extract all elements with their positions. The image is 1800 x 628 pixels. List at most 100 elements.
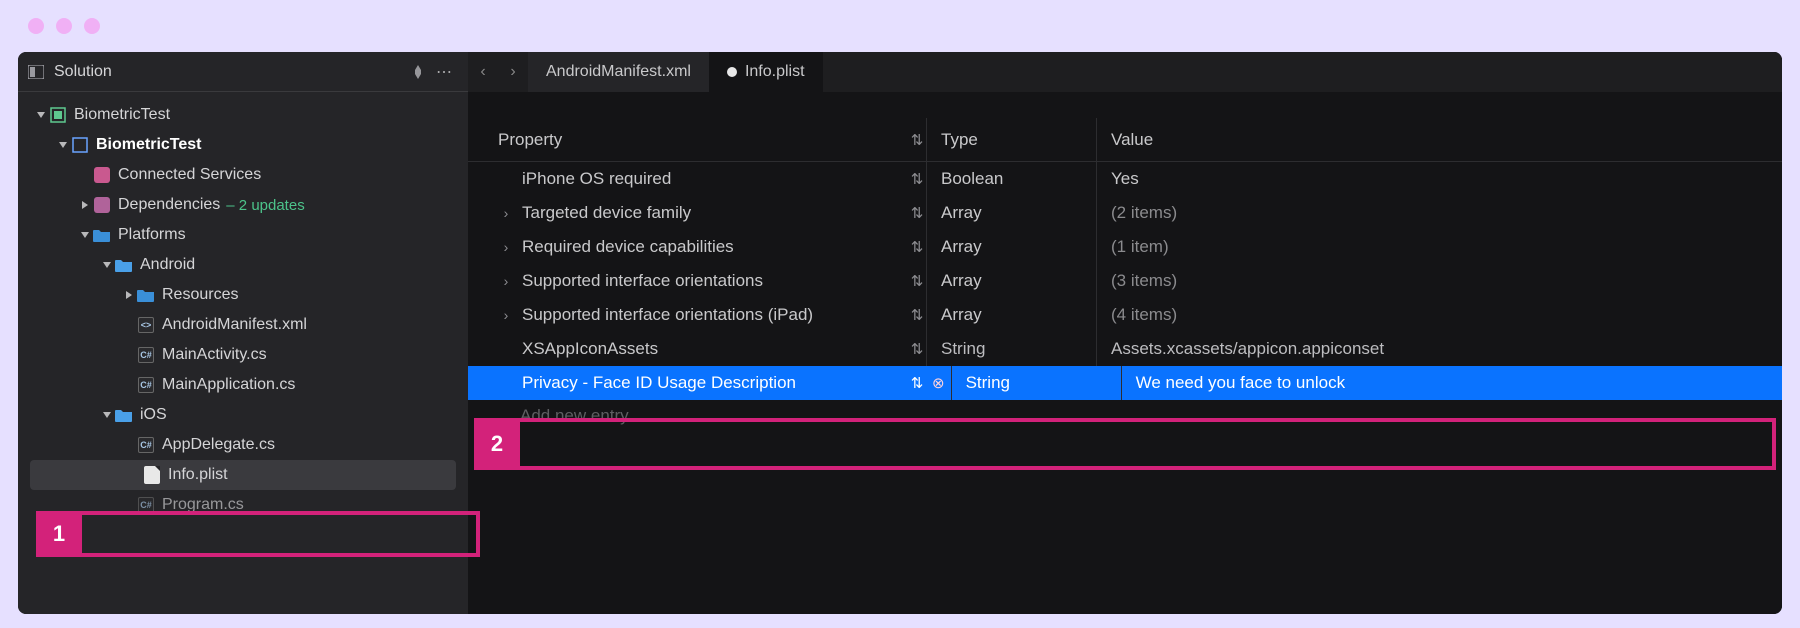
expand-icon[interactable] xyxy=(78,232,92,238)
property-value[interactable]: (4 items) xyxy=(1111,305,1177,325)
tree-android-manifest[interactable]: <> AndroidManifest.xml xyxy=(18,310,468,340)
plist-editor: Property ⇅ Type Value iPhone OS required… xyxy=(468,92,1782,614)
property-type[interactable]: Array xyxy=(941,203,982,223)
project-icon xyxy=(70,137,90,153)
stepper-icon[interactable]: ⇅ xyxy=(908,340,926,358)
tree-label: iOS xyxy=(140,406,167,424)
plist-file-icon xyxy=(142,466,162,484)
plist-row[interactable]: › Required device capabilities⇅ Array (1 it… xyxy=(468,230,1782,264)
traffic-close-icon[interactable] xyxy=(28,18,44,34)
tree-android-resources[interactable]: Resources xyxy=(18,280,468,310)
dirty-indicator-icon xyxy=(727,67,737,77)
property-name: Privacy - Face ID Usage Description xyxy=(522,373,908,393)
stepper-icon[interactable]: ⇅ xyxy=(908,272,926,290)
property-type[interactable]: String xyxy=(966,373,1010,393)
tree-label: Connected Services xyxy=(118,166,261,184)
tree-label: Platforms xyxy=(118,226,186,244)
property-type[interactable]: Boolean xyxy=(941,169,1003,189)
xml-file-icon: <> xyxy=(136,317,156,333)
property-value[interactable]: (3 items) xyxy=(1111,271,1177,291)
delete-icon[interactable]: ⊗ xyxy=(926,374,951,392)
property-value[interactable]: Assets.xcassets/appicon.appiconset xyxy=(1111,339,1384,359)
plist-row[interactable]: ›Supported interface orientations (iPad)… xyxy=(468,298,1782,332)
tree-label: MainActivity.cs xyxy=(162,346,267,364)
folder-icon xyxy=(136,288,156,302)
pin-icon[interactable] xyxy=(406,65,430,79)
solution-panel-title: Solution xyxy=(54,63,112,81)
expand-icon[interactable] xyxy=(34,112,48,118)
tree-infoplist[interactable]: Info.plist xyxy=(30,460,456,490)
tab-androidmanifest[interactable]: AndroidManifest.xml xyxy=(528,52,709,92)
expand-icon[interactable] xyxy=(78,201,92,209)
traffic-min-icon[interactable] xyxy=(56,18,72,34)
folder-open-icon xyxy=(114,408,134,422)
window-chrome xyxy=(0,0,1800,52)
tree-mainapplication[interactable]: C# MainApplication.cs xyxy=(18,370,468,400)
dependencies-icon xyxy=(92,197,112,213)
property-name: XSAppIconAssets xyxy=(522,339,908,359)
tree-project[interactable]: BiometricTest xyxy=(18,130,468,160)
expand-icon[interactable] xyxy=(100,412,114,418)
tree-solution-root[interactable]: BiometricTest xyxy=(18,100,468,130)
stepper-icon[interactable]: ⇅ xyxy=(908,306,926,324)
nav-back-icon[interactable]: ‹ xyxy=(468,52,498,92)
expand-icon[interactable] xyxy=(122,291,136,299)
expand-icon[interactable]: › xyxy=(498,239,514,255)
plist-row[interactable]: › Targeted device family⇅ Array (2 items) xyxy=(468,196,1782,230)
col-value-header[interactable]: Value xyxy=(1111,130,1153,150)
stepper-icon[interactable]: ⇅ xyxy=(908,170,926,188)
tree-label: Dependencies xyxy=(118,196,220,214)
tree-android[interactable]: Android xyxy=(18,250,468,280)
expand-icon[interactable] xyxy=(56,142,70,148)
stepper-icon[interactable]: ⇅ xyxy=(908,238,926,256)
property-type[interactable]: Array xyxy=(941,305,982,325)
tree-dependencies[interactable]: Dependencies – 2 updates xyxy=(18,190,468,220)
tab-bar: ‹ › AndroidManifest.xml Info.plist xyxy=(468,52,1782,92)
folder-open-icon xyxy=(114,258,134,272)
traffic-max-icon[interactable] xyxy=(84,18,100,34)
expand-icon[interactable] xyxy=(100,262,114,268)
nav-forward-icon[interactable]: › xyxy=(498,52,528,92)
solution-panel-header: Solution ⋯ xyxy=(18,52,468,92)
property-type[interactable]: Array xyxy=(941,237,982,257)
plist-row[interactable]: Privacy - Face ID Usage Description⇅⊗ Str… xyxy=(468,366,1782,400)
property-type[interactable]: Array xyxy=(941,271,982,291)
stepper-icon[interactable]: ⇅ xyxy=(908,204,926,222)
plist-row[interactable]: iPhone OS required⇅BooleanYes xyxy=(468,162,1782,196)
tree-program[interactable]: C# Program.cs xyxy=(18,490,468,520)
tree-mainactivity[interactable]: C# MainActivity.cs xyxy=(18,340,468,370)
expand-icon[interactable]: › xyxy=(498,205,514,221)
solution-icon xyxy=(48,107,68,123)
tree-label: BiometricTest xyxy=(74,106,170,124)
stepper-icon[interactable]: ⇅ xyxy=(908,374,926,392)
property-value[interactable]: We need you face to unlock xyxy=(1136,373,1346,393)
property-name: Required device capabilities xyxy=(522,237,908,257)
property-name: Targeted device family xyxy=(522,203,908,223)
expand-icon[interactable]: › xyxy=(498,273,514,289)
tab-label: Info.plist xyxy=(745,63,805,81)
more-icon[interactable]: ⋯ xyxy=(430,62,458,82)
property-value[interactable]: (1 item) xyxy=(1111,237,1169,257)
dependencies-updates-badge: – 2 updates xyxy=(226,197,304,214)
property-value[interactable]: (2 items) xyxy=(1111,203,1177,223)
tree-connected-services[interactable]: Connected Services xyxy=(18,160,468,190)
tree-label: Android xyxy=(140,256,195,274)
add-new-entry[interactable]: Add new entry xyxy=(468,400,1782,432)
sort-icon[interactable]: ⇅ xyxy=(908,131,926,149)
col-property-header[interactable]: Property xyxy=(498,130,562,150)
col-type-header[interactable]: Type xyxy=(941,130,978,150)
plist-row[interactable]: › Supported interface orientations⇅ Array (… xyxy=(468,264,1782,298)
tree-label: Program.cs xyxy=(162,496,244,514)
ide-window: Solution ⋯ BiometricTest xyxy=(18,52,1782,614)
expand-icon[interactable]: › xyxy=(498,307,514,323)
tab-infoplist[interactable]: Info.plist xyxy=(709,52,823,92)
property-type[interactable]: String xyxy=(941,339,985,359)
connected-services-icon xyxy=(92,167,112,183)
tree-appdelegate[interactable]: C# AppDelegate.cs xyxy=(18,430,468,460)
tree-label: AppDelegate.cs xyxy=(162,436,275,454)
tree-platforms[interactable]: Platforms xyxy=(18,220,468,250)
plist-row[interactable]: XSAppIconAssets⇅ String Assets.xcassets/ap… xyxy=(468,332,1782,366)
property-name: Supported interface orientations xyxy=(522,271,908,291)
tree-ios[interactable]: iOS xyxy=(18,400,468,430)
property-value[interactable]: Yes xyxy=(1111,169,1139,189)
